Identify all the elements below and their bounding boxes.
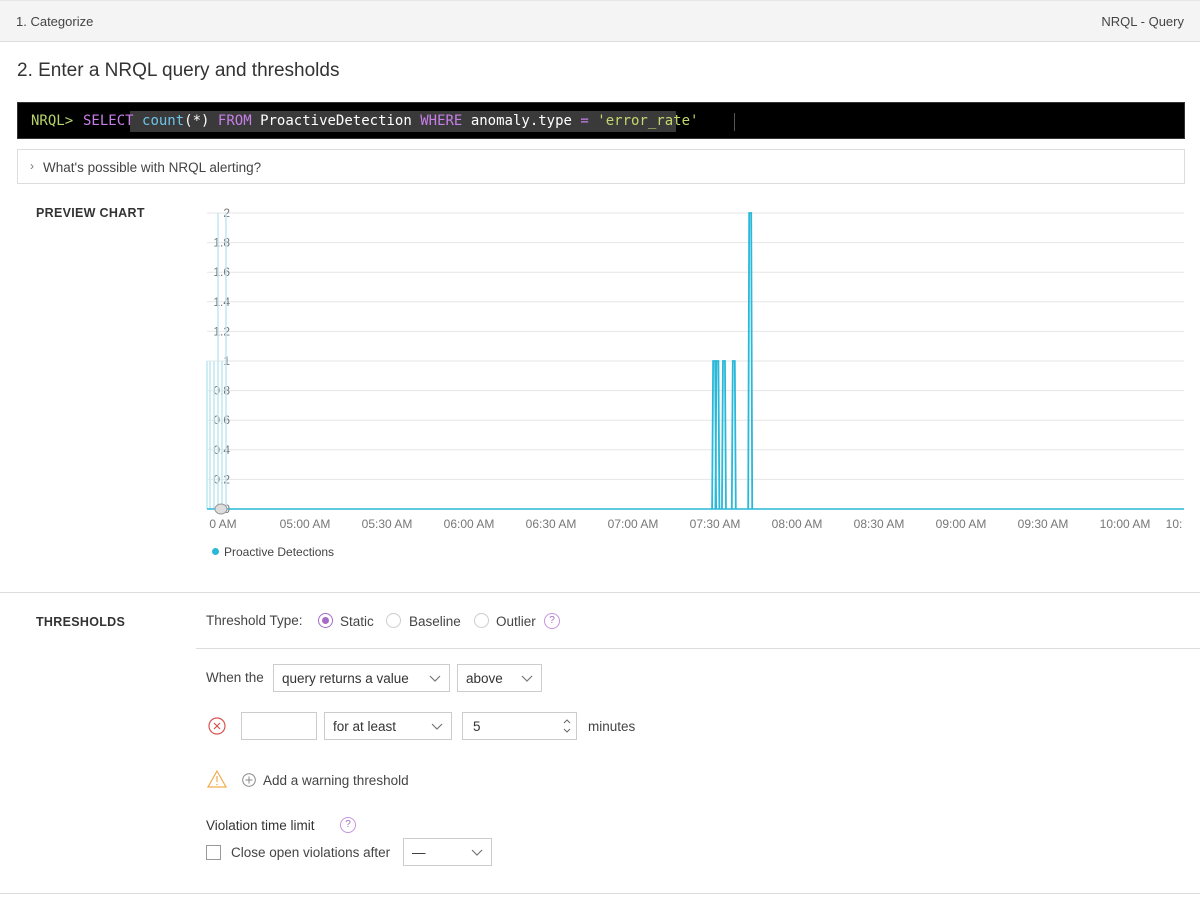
nrql-from-keyword: FROM — [217, 113, 252, 129]
critical-remove-icon[interactable] — [208, 717, 226, 735]
nrql-count-arg: (*) — [184, 113, 210, 129]
comparison-value: above — [466, 671, 503, 686]
warning-triangle-icon — [207, 770, 227, 788]
radio-outlier-label[interactable]: Outlier — [496, 614, 536, 629]
chevron-down-icon — [521, 675, 533, 682]
close-violations-checkbox[interactable] — [206, 845, 221, 860]
x-tick-label: 07:30 AM — [690, 517, 741, 531]
minutes-value: 5 — [473, 719, 481, 734]
radio-static[interactable] — [318, 613, 333, 628]
violation-duration-value: — — [412, 845, 426, 860]
threshold-type-label: Threshold Type: — [206, 613, 303, 628]
threshold-type-help-icon[interactable]: ? — [544, 613, 560, 629]
x-tick-label: 09:30 AM — [1018, 517, 1069, 531]
nrql-select-keyword: SELECT — [83, 113, 134, 129]
y-tick-label: 1.2 — [213, 324, 230, 338]
text-caret — [734, 113, 735, 131]
nrql-help-link: What's possible with NRQL alerting? — [43, 160, 262, 175]
chevron-down-icon — [431, 723, 443, 730]
stepper-arrows-icon[interactable] — [562, 715, 572, 737]
nrql-operator: = — [580, 113, 589, 129]
x-tick-label: 09:00 AM — [936, 517, 987, 531]
thresholds-subdivider — [196, 648, 1200, 649]
thresholds-label: THRESHOLDS — [36, 615, 126, 629]
minutes-label: minutes — [588, 719, 636, 734]
data-spike — [730, 360, 737, 510]
duration-select[interactable]: for at least — [324, 712, 452, 740]
step-categorize-link[interactable]: 1. Categorize — [16, 14, 93, 29]
y-tick-label: 1 — [223, 354, 230, 368]
data-spike — [721, 360, 727, 510]
x-tick-label: 05:00 AM — [280, 517, 331, 531]
chart-origin-marker — [214, 503, 228, 515]
nrql-string-value: 'error_rate' — [597, 113, 699, 129]
add-warning-threshold-link[interactable]: Add a warning threshold — [263, 773, 409, 788]
radio-baseline[interactable] — [386, 613, 401, 628]
x-tick-label: 0 AM — [209, 517, 236, 531]
x-tick-label: 08:00 AM — [772, 517, 823, 531]
y-tick-label: 1.6 — [213, 265, 230, 279]
nrql-prompt: NRQL> — [31, 113, 74, 129]
chevron-down-icon — [471, 849, 483, 856]
chevron-down-icon — [429, 675, 441, 682]
chart-legend[interactable]: Proactive Detections — [212, 545, 334, 559]
data-spike — [714, 360, 721, 510]
minutes-stepper[interactable]: 5 — [462, 712, 577, 740]
query-condition-select[interactable]: query returns a value — [273, 664, 450, 692]
x-tick-label: 10:00 AM — [1100, 517, 1151, 531]
nrql-table-name: ProactiveDetection — [260, 113, 412, 129]
legend-swatch — [212, 548, 219, 555]
add-circle-icon[interactable] — [242, 773, 256, 787]
radio-outlier[interactable] — [474, 613, 489, 628]
nrql-query-editor[interactable]: NRQL> SELECT count(*) FROM ProactiveDete… — [17, 102, 1185, 139]
section-divider — [0, 592, 1200, 593]
x-tick-label: 06:00 AM — [444, 517, 495, 531]
chart-canvas: 00.20.40.60.811.21.41.61.820 AM05:00 AM0… — [206, 206, 1184, 531]
x-tick-label: 10: — [1166, 517, 1183, 531]
y-tick-label: 1.8 — [213, 236, 230, 250]
chevron-right-icon: › — [30, 159, 34, 173]
condition-type-label: NRQL - Query — [1101, 14, 1184, 29]
critical-threshold-input[interactable] — [241, 712, 317, 740]
comparison-select[interactable]: above — [457, 664, 542, 692]
x-tick-label: 06:30 AM — [526, 517, 577, 531]
nrql-where-keyword: WHERE — [420, 113, 463, 129]
violation-help-icon[interactable]: ? — [340, 817, 356, 833]
nrql-field-name: anomaly.type — [470, 113, 572, 129]
y-tick-label: 1.4 — [213, 295, 230, 309]
radio-baseline-label[interactable]: Baseline — [409, 614, 461, 629]
legend-label: Proactive Detections — [224, 545, 335, 559]
radio-static-label[interactable]: Static — [340, 614, 374, 629]
nrql-query-text[interactable]: SELECT count(*) FROM ProactiveDetection … — [83, 113, 698, 129]
violation-duration-select[interactable]: — — [403, 838, 492, 866]
when-the-label: When the — [206, 670, 264, 685]
x-tick-label: 07:00 AM — [608, 517, 659, 531]
x-tick-label: 05:30 AM — [362, 517, 413, 531]
nrql-help-expander[interactable]: › What's possible with NRQL alerting? — [17, 149, 1185, 184]
nrql-count-function: count — [142, 113, 185, 129]
violation-time-limit-label: Violation time limit — [206, 818, 315, 833]
bottom-divider — [0, 893, 1200, 894]
close-violations-label[interactable]: Close open violations after — [231, 845, 390, 860]
query-condition-value: query returns a value — [282, 671, 409, 686]
y-tick-label: 2 — [223, 206, 230, 220]
wizard-topbar: 1. Categorize NRQL - Query — [0, 0, 1200, 42]
section-title: 2. Enter a NRQL query and thresholds — [17, 60, 340, 81]
duration-value: for at least — [333, 719, 397, 734]
preview-chart: 00.20.40.60.811.21.41.61.820 AM05:00 AM0… — [0, 195, 1200, 575]
x-tick-label: 08:30 AM — [854, 517, 905, 531]
